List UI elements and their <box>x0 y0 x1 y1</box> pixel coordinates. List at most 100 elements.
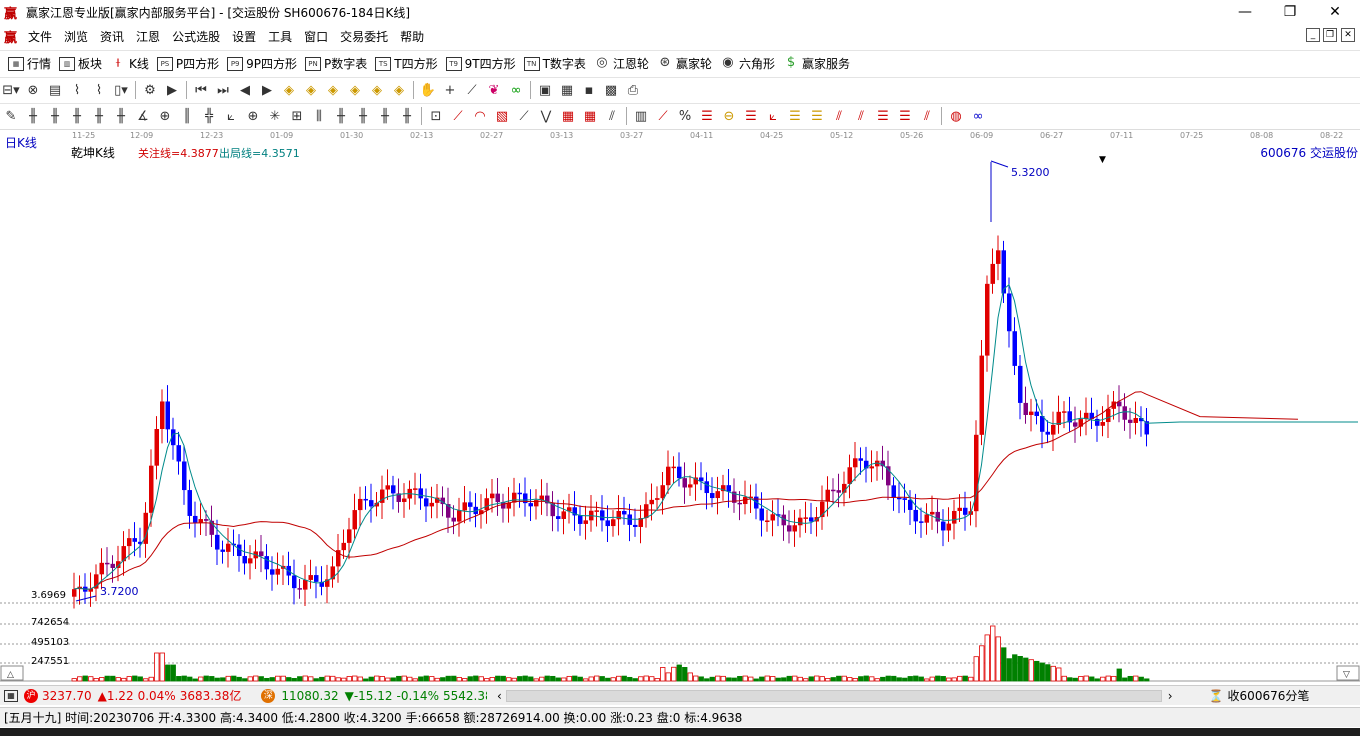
toolbar-t4-button[interactable]: TS T四方形 <box>375 55 438 72</box>
period-label[interactable]: 日K线 <box>5 134 37 151</box>
export-icon[interactable]: ▩ <box>600 80 622 100</box>
diamond6-icon[interactable]: ◈ <box>388 80 410 100</box>
prev-icon[interactable]: ◀ <box>234 80 256 100</box>
lines6-icon[interactable]: ⫽ <box>850 106 872 126</box>
kline-chart-panel[interactable]: 5.3200 3.7200 ▼ △ ▽ <box>0 129 1360 682</box>
diagonal-icon[interactable]: ⫽ <box>601 106 623 126</box>
horizontal-scrollbar[interactable] <box>505 689 1162 702</box>
diamond1-icon[interactable]: ◈ <box>278 80 300 100</box>
link-icon[interactable]: ∞ <box>505 80 527 100</box>
grid-table-icon[interactable]: ▥ <box>630 106 652 126</box>
period-icon[interactable]: ⊗ <box>22 80 44 100</box>
minimize-button[interactable]: — <box>1222 0 1268 24</box>
kline-chart-svg[interactable]: 5.3200 3.7200 ▼ △ ▽ <box>0 130 1360 683</box>
lines7-icon[interactable]: ☰ <box>872 106 894 126</box>
menu-trade[interactable]: 交易委托 <box>334 28 394 45</box>
mdi-restore-button[interactable]: ❐ <box>1323 28 1337 42</box>
bars3-icon[interactable]: ╫ <box>330 106 352 126</box>
toolbar-gann-wheel-button[interactable]: ◎ 江恩轮 <box>594 55 649 72</box>
chart-tool2-icon[interactable]: ⌇ <box>88 80 110 100</box>
circle-grid-icon[interactable]: ⊕ <box>154 106 176 126</box>
pen-icon[interactable]: ✎ <box>0 106 22 126</box>
star-icon[interactable]: ✳ <box>264 106 286 126</box>
close-button[interactable]: ✕ <box>1312 0 1358 24</box>
toolbar-9t4-button[interactable]: T9 9T四方形 <box>445 55 516 72</box>
layout-dropdown-icon[interactable]: ⊟▾ <box>0 80 22 100</box>
grid2-icon[interactable]: ╫ <box>44 106 66 126</box>
restore-button[interactable]: ❐ <box>1267 0 1313 24</box>
save-icon[interactable]: ▪ <box>578 80 600 100</box>
table-icon[interactable]: ▦ <box>556 80 578 100</box>
lines1-icon[interactable]: ☰ <box>696 106 718 126</box>
shape-icon[interactable]: ❦ <box>483 80 505 100</box>
diamond3-icon[interactable]: ◈ <box>322 80 344 100</box>
bars2-icon[interactable]: ╬ <box>198 106 220 126</box>
bars1-icon[interactable]: ║ <box>176 106 198 126</box>
menu-formula[interactable]: 公式选股 <box>166 28 226 45</box>
square-grid-icon[interactable]: ⊞ <box>286 106 308 126</box>
toolbar-quote-button[interactable]: ▦ 行情 <box>8 55 51 72</box>
scroll-left-icon[interactable]: ‹ <box>497 689 502 703</box>
candle-dropdown-icon[interactable]: ▯▾ <box>110 80 132 100</box>
line-tool-icon[interactable]: ⟋ <box>461 80 483 100</box>
last-icon[interactable]: ⏭ <box>212 80 234 100</box>
fib-icon[interactable]: ⟋ <box>652 106 674 126</box>
tick-detail-button[interactable]: 收600676分笔 <box>1228 687 1310 704</box>
toolbar-service-button[interactable]: $ 赢家服务 <box>783 55 850 72</box>
fan-red-icon[interactable]: ⟋ <box>447 106 469 126</box>
lines2-icon[interactable]: ☰ <box>740 106 762 126</box>
diamond4-icon[interactable]: ◈ <box>344 80 366 100</box>
scroll-right-icon[interactable]: › <box>1168 689 1173 703</box>
toolbar-kline-button[interactable]: ╫ K线 <box>110 55 149 72</box>
circle-line-icon[interactable]: ⊖ <box>718 106 740 126</box>
arc-icon[interactable]: ◠ <box>469 106 491 126</box>
percent-icon[interactable]: % <box>674 106 696 126</box>
grid1-icon[interactable]: ╫ <box>22 106 44 126</box>
menu-help[interactable]: 帮助 <box>394 28 430 45</box>
grid3-icon[interactable]: ╫ <box>66 106 88 126</box>
bars6-icon[interactable]: ╫ <box>396 106 418 126</box>
split-icon[interactable]: ⫼ <box>308 106 330 126</box>
cross-line-icon[interactable]: ⟋ <box>513 106 535 126</box>
globe-icon[interactable]: ◍ <box>945 106 967 126</box>
toolbar-9p4-button[interactable]: P9 9P四方形 <box>227 55 297 72</box>
toolbar-winner-wheel-button[interactable]: ⊛ 赢家轮 <box>657 55 712 72</box>
fan-icon[interactable]: ⟀ <box>220 106 242 126</box>
hatch-icon[interactable]: ▧ <box>491 106 513 126</box>
menu-browse[interactable]: 浏览 <box>58 28 94 45</box>
lines9-icon[interactable]: ⫽ <box>916 106 938 126</box>
first-icon[interactable]: ⏮ <box>190 80 212 100</box>
grid5-icon[interactable]: ╫ <box>110 106 132 126</box>
toolbar-pnum-button[interactable]: PN P数字表 <box>305 55 367 72</box>
toolbar-sector-button[interactable]: ▥ 板块 <box>59 55 102 72</box>
toolbar-hexagon-button[interactable]: ◉ 六角形 <box>720 55 775 72</box>
lines5-icon[interactable]: ⫽ <box>828 106 850 126</box>
bars4-icon[interactable]: ╫ <box>352 106 374 126</box>
fan2-icon[interactable]: ⟀ <box>762 106 784 126</box>
menu-tools[interactable]: 工具 <box>262 28 298 45</box>
table-red-icon[interactable]: ▦ <box>557 106 579 126</box>
diamond2-icon[interactable]: ◈ <box>300 80 322 100</box>
doc-icon[interactable]: ▤ <box>44 80 66 100</box>
crosshair-icon[interactable]: + <box>439 80 461 100</box>
lines4-icon[interactable]: ☰ <box>806 106 828 126</box>
chart-tool-icon[interactable]: ⌇ <box>66 80 88 100</box>
lines3-icon[interactable]: ☰ <box>784 106 806 126</box>
menu-window[interactable]: 窗口 <box>298 28 334 45</box>
lines8-icon[interactable]: ☰ <box>894 106 916 126</box>
menu-info[interactable]: 资讯 <box>94 28 130 45</box>
print-icon[interactable]: ⎙ <box>622 80 644 100</box>
mdi-close-button[interactable]: ✕ <box>1341 28 1355 42</box>
zigzag-icon[interactable]: ⋁ <box>535 106 557 126</box>
settings-icon[interactable]: ⚙ <box>139 80 161 100</box>
menu-settings[interactable]: 设置 <box>226 28 262 45</box>
calendar-icon[interactable]: ▣ <box>534 80 556 100</box>
diamond5-icon[interactable]: ◈ <box>366 80 388 100</box>
menu-gann[interactable]: 江恩 <box>130 28 166 45</box>
circle-tool-icon[interactable]: ⊕ <box>242 106 264 126</box>
infinity-icon[interactable]: ∞ <box>967 106 989 126</box>
quote-table-icon[interactable]: ▦ <box>4 689 18 702</box>
angle-icon[interactable]: ∡ <box>132 106 154 126</box>
toolbar-tnum-button[interactable]: TN T数字表 <box>523 55 586 72</box>
menu-file[interactable]: 文件 <box>22 28 58 45</box>
